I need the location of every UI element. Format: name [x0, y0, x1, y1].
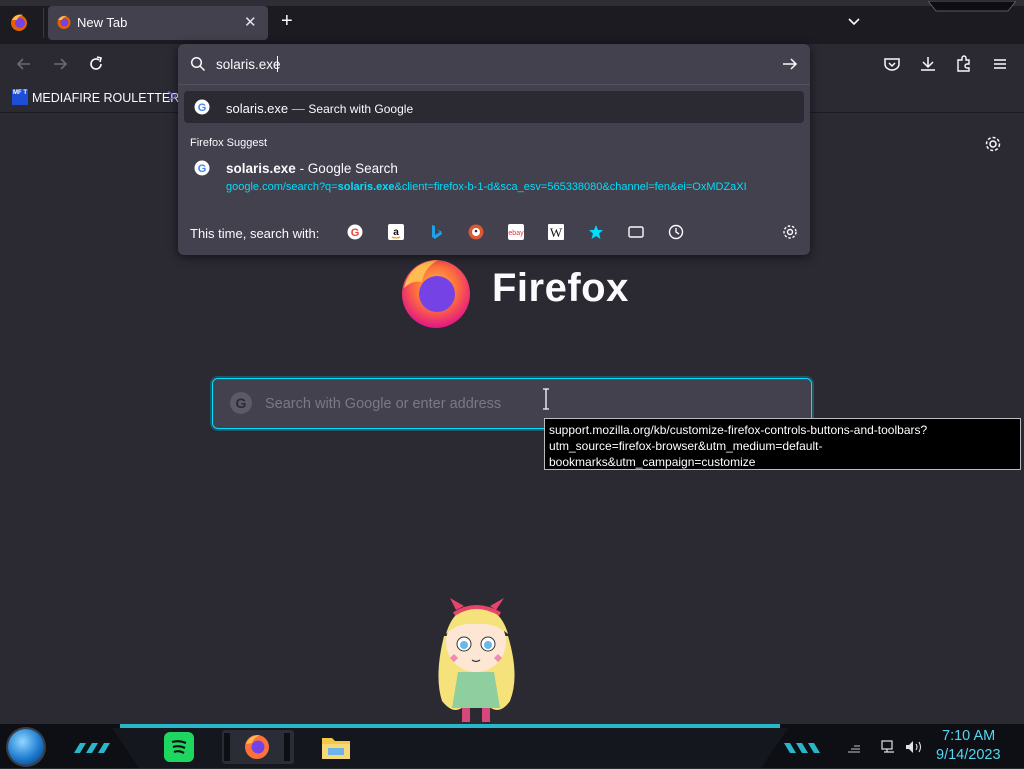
suggestion-url: google.com/search?q=solaris.exe&client=f…	[226, 181, 798, 193]
heuristic-result-text: solaris.exe — Search with Google	[226, 101, 413, 116]
taskbar-chevron-right-icon	[782, 740, 822, 753]
taskbar-clock-time[interactable]: 7:10 AM	[942, 728, 995, 744]
url-bold-term: solaris.exe	[337, 181, 395, 193]
tabs-icon[interactable]	[628, 224, 644, 240]
url-prefix: google.com/search?q=	[226, 181, 338, 193]
tab-new-tab[interactable]: New Tab ✕	[48, 6, 268, 40]
suggestion-suffix: - Google Search	[295, 161, 398, 176]
svg-text:a: a	[393, 227, 399, 238]
back-arrow-icon[interactable]	[14, 54, 34, 74]
firefox-favicon-icon	[56, 14, 72, 30]
app-menu-icon[interactable]	[990, 54, 1010, 74]
google-icon: G	[229, 391, 253, 415]
taskbar-clock-date[interactable]: 9/14/2023	[936, 747, 1001, 763]
downloads-icon[interactable]	[918, 54, 938, 74]
amazon-icon[interactable]: a	[388, 224, 404, 240]
taskbar-chevron-left-icon	[72, 740, 112, 753]
heuristic-action: Search with Google	[308, 102, 414, 116]
svg-text:G: G	[236, 395, 247, 411]
list-all-tabs-icon[interactable]	[846, 14, 862, 30]
go-arrow-icon[interactable]	[781, 56, 799, 72]
firefox-suggest-heading: Firefox Suggest	[190, 137, 268, 149]
bookmark-mediafire-roulette[interactable]: MEDIAFIRE ROULETTER	[32, 91, 179, 105]
window-decoration	[920, 0, 1024, 12]
svg-text:G: G	[351, 227, 360, 239]
search-settings-gear-icon[interactable]	[782, 224, 798, 240]
file-explorer-taskbar-icon[interactable]	[320, 732, 352, 762]
tab-close-icon[interactable]: ✕	[244, 13, 257, 31]
url-rest: &client=firefox-b-1-d&sca_esv=565338080&…	[394, 181, 747, 193]
heuristic-separator: —	[291, 101, 305, 116]
firefox-taskbar-button[interactable]	[222, 730, 294, 764]
one-off-search-label: This time, search with:	[190, 226, 320, 241]
bookmarks-star-icon[interactable]	[588, 224, 604, 240]
reload-icon[interactable]	[86, 54, 106, 74]
start-button[interactable]	[8, 729, 44, 765]
bookmark-overflow-icon[interactable]: ᐳ	[167, 88, 177, 105]
heuristic-query: solaris.exe	[226, 101, 289, 116]
svg-text:G: G	[198, 163, 207, 175]
search-placeholder: Search with Google or enter address	[265, 396, 502, 412]
google-icon[interactable]: G	[347, 224, 363, 240]
svg-text:G: G	[198, 102, 207, 114]
bing-icon[interactable]	[428, 224, 444, 240]
firefox-view-icon[interactable]	[8, 11, 30, 33]
taskbar-center-panel	[112, 728, 788, 768]
pocket-icon[interactable]	[882, 54, 902, 74]
svg-text:W: W	[550, 225, 563, 240]
text-cursor-icon	[540, 388, 552, 410]
forward-arrow-icon[interactable]	[50, 54, 70, 74]
mediafire-favicon-icon: MF T	[12, 89, 28, 105]
svg-text:ebay: ebay	[508, 230, 524, 237]
tab-title: New Tab	[77, 15, 128, 30]
extensions-icon[interactable]	[954, 54, 974, 74]
newtab-settings-gear-icon[interactable]	[984, 135, 1002, 153]
firefox-logo	[396, 254, 476, 330]
new-tab-button[interactable]: +	[281, 10, 301, 32]
firefox-wordmark: Firefox	[492, 266, 629, 310]
history-icon[interactable]	[668, 224, 684, 240]
search-icon	[190, 56, 206, 72]
urlbar-value[interactable]: solaris.exe	[216, 57, 281, 72]
suggestion-title[interactable]: solaris.exe - Google Search	[226, 161, 398, 176]
link-tooltip: support.mozilla.org/kb/customize-firefox…	[544, 418, 1021, 470]
duckduckgo-icon[interactable]	[468, 224, 484, 240]
spotify-taskbar-icon[interactable]	[164, 732, 194, 762]
tab-separator	[43, 8, 44, 38]
desktop-character-image	[424, 596, 528, 726]
wikipedia-icon[interactable]: W	[548, 224, 564, 240]
google-icon: G	[194, 99, 210, 115]
taskbar-glow-line	[120, 724, 780, 728]
system-tray	[846, 738, 926, 756]
ebay-icon[interactable]: ebay	[508, 224, 524, 240]
suggestion-query: solaris.exe	[226, 161, 296, 176]
google-icon: G	[194, 160, 210, 176]
text-caret	[277, 56, 278, 72]
